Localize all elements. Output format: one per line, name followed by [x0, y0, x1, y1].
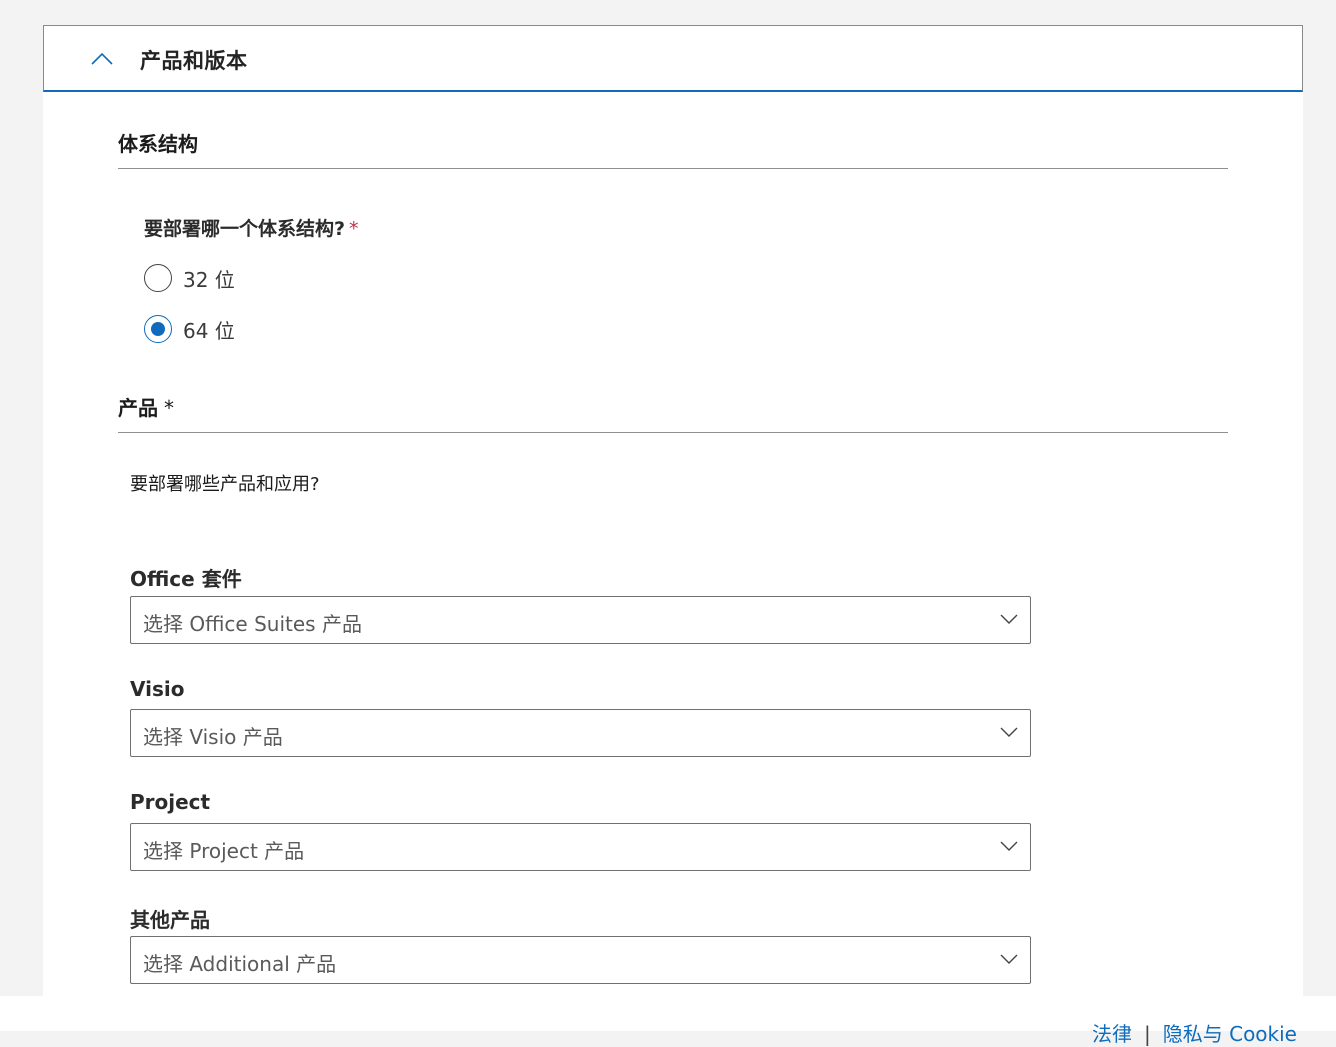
additional-products-label: 其他产品	[130, 908, 210, 932]
radio-32-bit-circle[interactable]	[144, 264, 172, 292]
products-versions-panel: 产品和版本 体系结构 要部署哪一个体系结构? * 32 位 64 位 产品 * 要部…	[43, 25, 1303, 996]
radio-64-bit-label: 64 位	[183, 318, 235, 343]
chevron-down-icon	[1000, 727, 1018, 737]
page-footer: 法律 | 隐私与 Cookie	[0, 996, 1336, 1046]
radio-selected-dot	[151, 322, 165, 336]
additional-products-select[interactable]: 选择 Additional 产品	[130, 936, 1031, 984]
chevron-down-icon	[1000, 954, 1018, 964]
project-label: Project	[130, 790, 211, 814]
footer-link-legal[interactable]: 法律	[1092, 1022, 1132, 1046]
office-suites-label: Office 套件	[130, 567, 242, 591]
required-marker: *	[164, 396, 174, 420]
products-description: 要部署哪些产品和应用?	[130, 474, 320, 495]
office-suites-select[interactable]: 选择 Office Suites 产品	[130, 596, 1031, 644]
visio-placeholder: 选择 Visio 产品	[143, 725, 283, 749]
visio-label: Visio	[130, 677, 185, 701]
footer-separator: |	[1144, 1022, 1151, 1046]
architecture-divider	[118, 168, 1228, 169]
radio-32-bit-label: 32 位	[183, 267, 235, 292]
products-section-title-text: 产品	[118, 396, 158, 420]
footer-link-privacy[interactable]: 隐私与 Cookie	[1163, 1022, 1297, 1046]
additional-products-placeholder: 选择 Additional 产品	[143, 952, 337, 976]
architecture-question-text: 要部署哪一个体系结构?	[144, 218, 346, 240]
radio-64-bit[interactable]: 64 位	[144, 313, 235, 345]
project-placeholder: 选择 Project 产品	[143, 839, 305, 863]
required-marker: *	[349, 218, 359, 240]
architecture-question: 要部署哪一个体系结构? *	[144, 214, 359, 241]
chevron-down-icon	[1000, 841, 1018, 851]
chevron-up-icon	[91, 52, 113, 65]
architecture-section-title: 体系结构	[118, 132, 198, 156]
products-divider	[118, 432, 1228, 433]
footer-links: 法律 | 隐私与 Cookie	[1092, 1018, 1297, 1047]
chevron-down-icon	[1000, 614, 1018, 624]
products-versions-accordion-header[interactable]: 产品和版本	[43, 25, 1303, 92]
office-suites-placeholder: 选择 Office Suites 产品	[143, 612, 362, 636]
products-section-title: 产品 *	[118, 392, 174, 421]
project-select[interactable]: 选择 Project 产品	[130, 823, 1031, 871]
radio-64-bit-circle[interactable]	[144, 315, 172, 343]
radio-32-bit[interactable]: 32 位	[144, 262, 235, 294]
accordion-title: 产品和版本	[140, 49, 248, 73]
visio-select[interactable]: 选择 Visio 产品	[130, 709, 1031, 757]
